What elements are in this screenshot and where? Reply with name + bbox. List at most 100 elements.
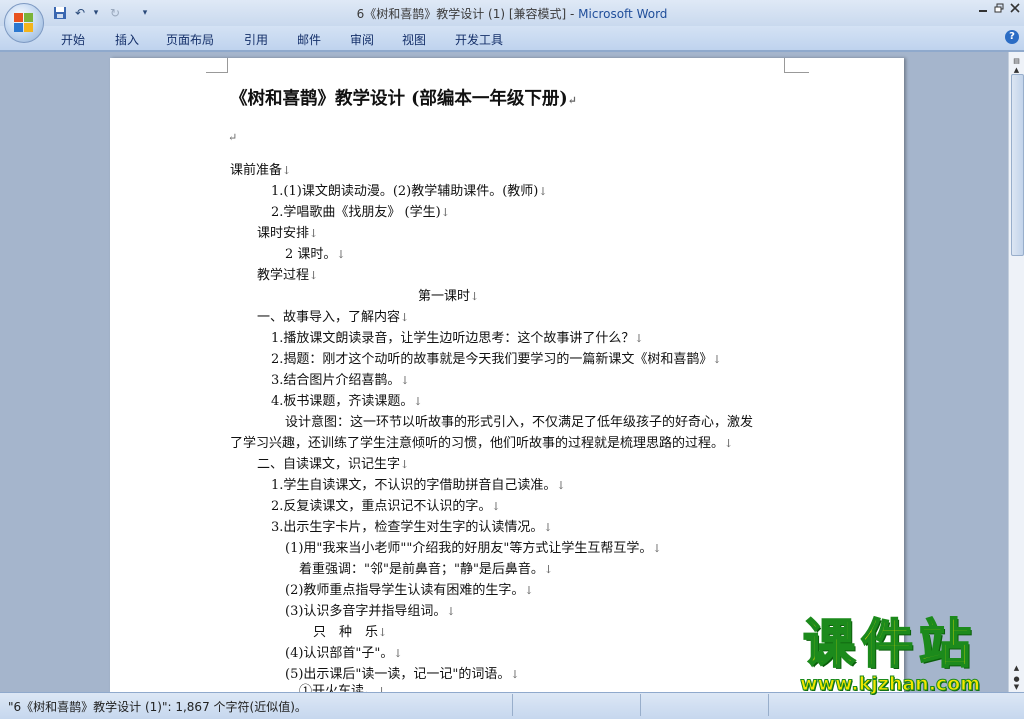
- doc-line-text: (2)教师重点指导学生认读有困难的生字。: [285, 583, 525, 598]
- tab-references[interactable]: 引用: [244, 31, 268, 48]
- line-break-mark: ↓: [446, 605, 456, 618]
- doc-line-text: (3)认识多音字并指导组词。: [285, 604, 447, 619]
- line-break-mark: ↓: [634, 332, 644, 345]
- watermark-logo: 课件站 www.kjzhan.com: [772, 615, 1008, 695]
- doc-line-text: 一、故事导入，了解内容: [257, 310, 401, 325]
- doc-line: 教学过程↓: [257, 264, 318, 283]
- doc-line-text: 4.板书课题，齐读课题。: [271, 394, 414, 409]
- doc-line-text: ①开火车读。: [299, 684, 378, 692]
- line-break-mark: ↓: [556, 479, 566, 492]
- tab-review[interactable]: 审阅: [350, 31, 374, 48]
- doc-line-text: 第一课时: [418, 289, 471, 304]
- doc-line: 1.(1)课文朗读动漫。(2)教学辅助课件。(教师)↓: [271, 180, 548, 199]
- crop-mark-left-vertical: [227, 58, 228, 72]
- doc-line-text: 1.播放课文朗读录音，让学生边听边思考：这个故事讲了什么？: [271, 331, 635, 346]
- doc-line: 1.学生自读课文，不认识的字借助拼音自己读准。↓: [271, 474, 566, 493]
- tab-developer[interactable]: 开发工具: [455, 31, 503, 48]
- doc-line-text: 3.结合图片介绍喜鹊。: [271, 373, 401, 388]
- watermark-url: www.kjzhan.com: [799, 673, 981, 695]
- paragraph-mark: ↵: [228, 131, 238, 144]
- empty-paragraph: ↵: [228, 130, 237, 145]
- doc-line: (4)认识部首"子"。↓: [285, 642, 403, 661]
- line-break-mark: ↓: [724, 437, 734, 450]
- doc-line-text: 了学习兴趣，还训练了学生注意倾听的习惯，他们听故事的过程就是梳理思路的过程。: [230, 436, 725, 451]
- doc-line-text: 教学过程: [257, 268, 310, 283]
- line-break-mark: ↓: [538, 185, 548, 198]
- doc-line-text: 2 课时。: [285, 247, 337, 262]
- line-break-mark: ↓: [440, 206, 450, 219]
- line-break-mark: ↓: [309, 227, 319, 240]
- doc-line-text: 只 种 乐: [313, 625, 379, 640]
- line-break-mark: ↓: [652, 542, 662, 555]
- previous-page-icon[interactable]: ▲: [1011, 663, 1022, 673]
- tab-home[interactable]: 开始: [61, 31, 85, 48]
- tab-mailings[interactable]: 邮件: [297, 31, 321, 48]
- paragraph-mark: ↵: [567, 94, 577, 107]
- vertical-scrollbar[interactable]: ▤ ▲ ▲ ● ▼: [1008, 52, 1024, 692]
- tab-insert[interactable]: 插入: [115, 31, 139, 48]
- doc-line: 一、故事导入，了解内容↓: [257, 306, 409, 325]
- doc-line-text: 2.学唱歌曲《找朋友》 (学生): [271, 205, 441, 220]
- doc-line: 3.结合图片介绍喜鹊。↓: [271, 369, 410, 388]
- line-break-mark: ↓: [712, 353, 722, 366]
- line-break-mark: ↓: [543, 521, 553, 534]
- line-break-mark: ↓: [377, 685, 387, 692]
- crop-mark-right: [784, 58, 809, 73]
- crop-mark-left: [206, 58, 228, 73]
- doc-line: 课前准备↓: [230, 159, 291, 178]
- doc-line-text: 课时安排: [257, 226, 310, 241]
- line-break-mark: ↓: [543, 563, 554, 576]
- line-break-mark: ↓: [400, 458, 410, 471]
- doc-line: 2.揭题：刚才这个动听的故事就是今天我们要学习的一篇新课文《树和喜鹊》↓: [271, 348, 722, 367]
- doc-line-text: 2.反复读课文，重点识记不认识的字。: [271, 499, 492, 514]
- doc-line: 课时安排↓: [257, 222, 318, 241]
- document-title-text: 《树和喜鹊》教学设计 (部编本一年级下册): [230, 89, 568, 109]
- next-page-icon[interactable]: ▼: [1011, 682, 1022, 692]
- status-divider: [512, 694, 513, 716]
- doc-line: 1.播放课文朗读录音，让学生边听边思考：这个故事讲了什么？↓: [271, 327, 644, 346]
- status-text: "6《树和喜鹊》教学设计 (1)": 1,867 个字符(近似值)。: [8, 700, 307, 714]
- doc-line: ①开火车读。↓: [299, 680, 386, 692]
- doc-line: 2.反复读课文，重点识记不认识的字。↓: [271, 495, 501, 514]
- doc-line: (1)用"我来当小老师""介绍我的好朋友"等方式让学生互帮互学。↓: [285, 537, 662, 556]
- document-page[interactable]: 《树和喜鹊》教学设计 (部编本一年级下册)↵ ↵ 课前准备↓ 1.(1)课文朗读…: [110, 58, 904, 692]
- doc-line-text: 3.出示生字卡片，检查学生对生字的认读情况。: [271, 520, 544, 535]
- restore-icon[interactable]: [992, 3, 1006, 16]
- window-title-app: Microsoft Word: [578, 7, 668, 21]
- line-break-mark: ↓: [491, 500, 501, 513]
- line-break-mark: ↓: [400, 374, 410, 387]
- line-break-mark: ↓: [309, 269, 319, 282]
- status-divider: [640, 694, 641, 716]
- close-icon[interactable]: [1008, 3, 1022, 16]
- window-title: 6《树和喜鹊》教学设计 (1) [兼容模式] - Microsoft Word: [0, 5, 1024, 22]
- help-icon[interactable]: ?: [1005, 30, 1019, 44]
- doc-line-text: (4)认识部首"子"。: [285, 646, 394, 661]
- tab-page-layout[interactable]: 页面布局: [166, 31, 214, 48]
- doc-line: 4.板书课题，齐读课题。↓: [271, 390, 423, 409]
- doc-line-text: 二、自读课文，识记生字: [257, 457, 401, 472]
- doc-line-text: 1.(1)课文朗读动漫。(2)教学辅助课件。(教师): [271, 184, 539, 199]
- scrollbar-thumb[interactable]: [1011, 74, 1024, 256]
- doc-line: 设计意图：这一环节以听故事的形式引入，不仅满足了低年级孩子的好奇心，激发: [285, 411, 753, 430]
- line-break-mark: ↓: [510, 668, 520, 681]
- line-break-mark: ↓: [400, 311, 410, 324]
- doc-line-text: 2.揭题：刚才这个动听的故事就是今天我们要学习的一篇新课文《树和喜鹊》: [271, 352, 713, 367]
- office-logo-icon: [14, 13, 34, 33]
- doc-line: 二、自读课文，识记生字↓: [257, 453, 409, 472]
- minimize-icon[interactable]: [976, 3, 990, 16]
- doc-line: 第一课时↓: [418, 285, 479, 304]
- watermark-brand: 课件站: [802, 615, 977, 675]
- office-button[interactable]: [4, 3, 44, 43]
- doc-line: 3.出示生字卡片，检查学生对生字的认读情况。↓: [271, 516, 553, 535]
- line-break-mark: ↓: [282, 164, 292, 177]
- line-break-mark: ↓: [524, 584, 534, 597]
- doc-line: 了学习兴趣，还训练了学生注意倾听的习惯，他们听故事的过程就是梳理思路的过程。↓: [230, 432, 733, 451]
- doc-line-text: 1.学生自读课文，不认识的字借助拼音自己读准。: [271, 478, 557, 493]
- document-title: 《树和喜鹊》教学设计 (部编本一年级下册)↵: [230, 85, 577, 110]
- tab-view[interactable]: 视图: [402, 31, 426, 48]
- doc-line: 着重强调："邻"是前鼻音；"静"是后鼻音。↓: [299, 558, 553, 577]
- doc-line: (2)教师重点指导学生认读有困难的生字。↓: [285, 579, 534, 598]
- doc-line: (3)认识多音字并指导组词。↓: [285, 600, 456, 619]
- line-break-mark: ↓: [470, 290, 480, 303]
- doc-line: 2 课时。↓: [285, 243, 346, 262]
